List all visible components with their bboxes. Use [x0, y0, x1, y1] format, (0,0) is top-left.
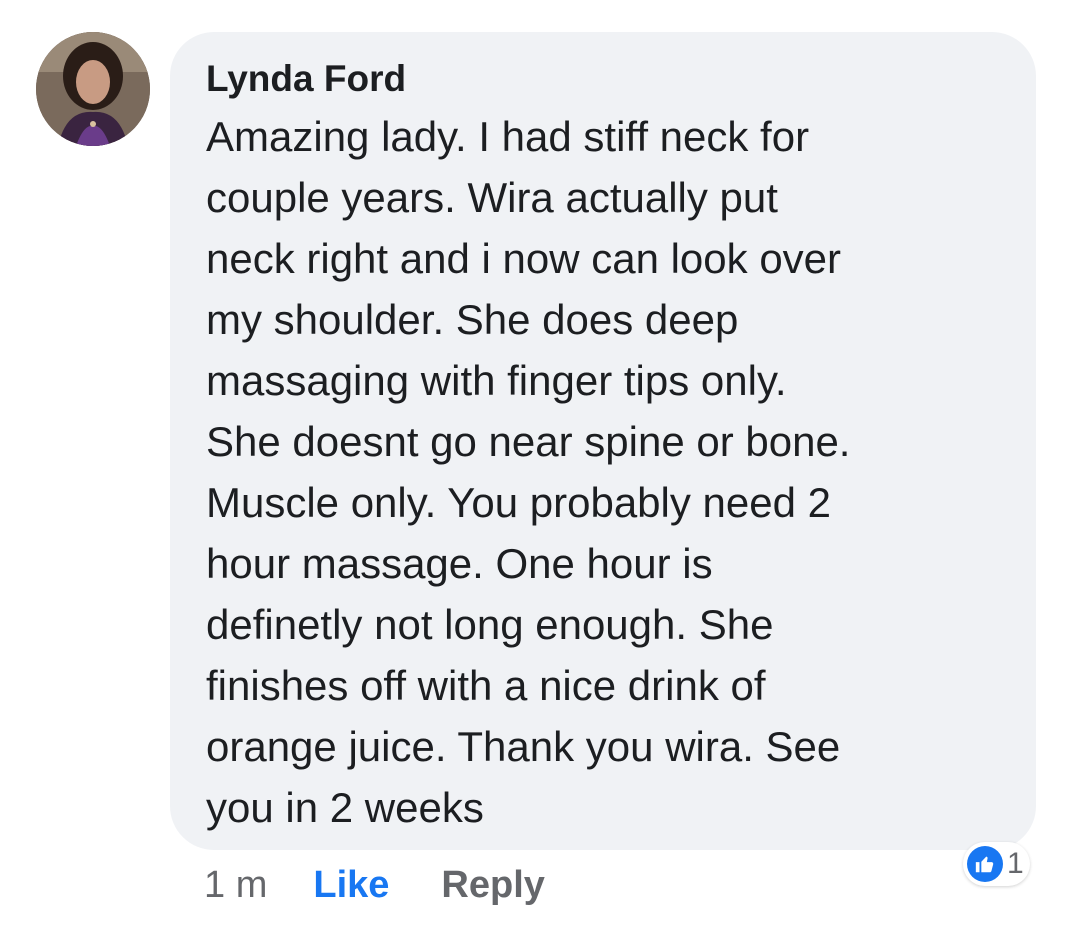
- comment-line: finishes off with a nice drink of: [206, 662, 766, 709]
- comment-line: you in 2 weeks: [206, 784, 484, 831]
- reply-button[interactable]: Reply: [441, 864, 544, 907]
- comment-line: my shoulder. She does deep: [206, 296, 739, 343]
- avatar-photo: [36, 32, 150, 146]
- thumbs-up-icon: [967, 846, 1003, 882]
- comment-line: hour massage. One hour is: [206, 540, 713, 587]
- comment-thread: Lynda Ford Amazing lady. I had stiff nec…: [0, 0, 1080, 941]
- comment-line: orange juice. Thank you wira. See: [206, 723, 841, 770]
- comment-bubble: Lynda Ford Amazing lady. I had stiff nec…: [170, 32, 1036, 850]
- comment-line: She doesnt go near spine or bone.: [206, 418, 851, 465]
- comment-text: Amazing lady. I had stiff neck for coupl…: [206, 106, 1006, 838]
- comment-line: couple years. Wira actually put: [206, 174, 778, 221]
- comment-timestamp[interactable]: 1 m: [204, 864, 267, 907]
- reaction-count: 1: [1007, 847, 1024, 880]
- comment-line: neck right and i now can look over: [206, 235, 842, 282]
- like-button[interactable]: Like: [313, 864, 389, 907]
- comment-actions: 1 m Like Reply: [204, 858, 545, 912]
- reaction-summary[interactable]: 1: [963, 842, 1030, 886]
- comment-line: Muscle only. You probably need 2: [206, 479, 831, 526]
- avatar[interactable]: [36, 32, 150, 146]
- comment-line: massaging with finger tips only.: [206, 357, 787, 404]
- comment-line: definetly not long enough. She: [206, 601, 774, 648]
- comment-author[interactable]: Lynda Ford: [206, 56, 1006, 102]
- comment-line: Amazing lady. I had stiff neck for: [206, 113, 810, 160]
